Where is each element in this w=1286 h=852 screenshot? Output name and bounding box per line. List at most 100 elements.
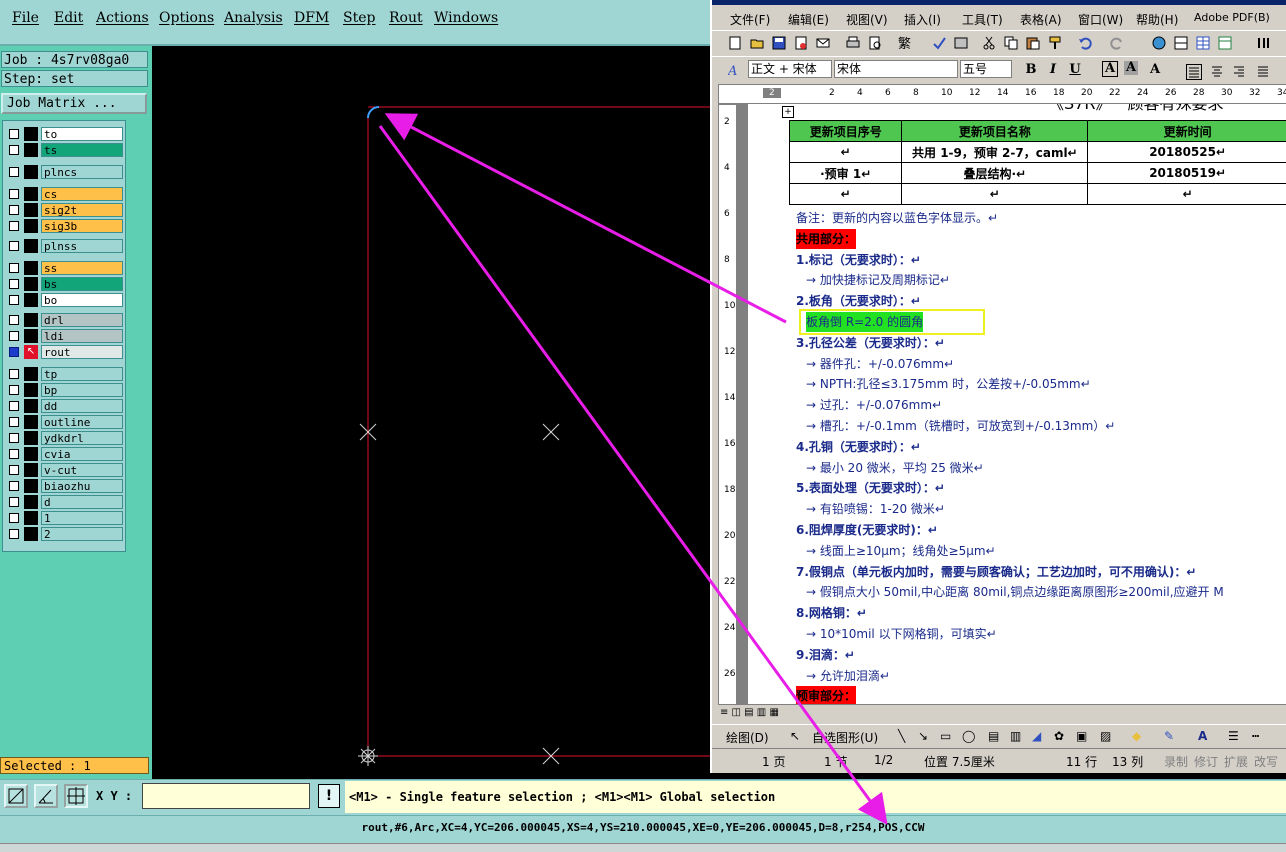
email-icon[interactable] bbox=[816, 36, 830, 50]
distribute-icon[interactable] bbox=[1256, 64, 1270, 78]
document-line[interactable]: 9.泪滴：↵ bbox=[796, 645, 855, 665]
format-painter-icon[interactable] bbox=[1048, 36, 1062, 50]
layer-checkbox[interactable] bbox=[9, 279, 19, 289]
document-line[interactable]: 3.孔径公差（无要求时）：↵ bbox=[796, 333, 945, 353]
layer-row-2[interactable]: 2 bbox=[5, 527, 123, 541]
status-overtype[interactable]: 改写 bbox=[1254, 753, 1278, 770]
hyperlink-icon[interactable] bbox=[1152, 36, 1166, 50]
document-line[interactable]: 2.板角（无要求时）：↵ bbox=[796, 291, 921, 311]
select-objects-icon[interactable]: ↖ bbox=[790, 729, 800, 743]
layer-tool-slot[interactable] bbox=[24, 431, 38, 445]
align-justify-icon[interactable] bbox=[1186, 64, 1202, 80]
work-layer-arrow-icon[interactable]: ↖ bbox=[24, 345, 38, 359]
word-menu-edit[interactable]: 编辑(E) bbox=[788, 11, 829, 28]
paste-icon[interactable] bbox=[1026, 36, 1040, 50]
line-tool-icon[interactable]: ╲ bbox=[898, 729, 905, 743]
layer-name[interactable]: ldi bbox=[41, 329, 123, 343]
layer-row-sig2t[interactable]: sig2t bbox=[5, 203, 123, 217]
char-scale-button[interactable]: A bbox=[1146, 61, 1164, 79]
document-line[interactable]: 预审部分： bbox=[796, 686, 857, 704]
layer-name[interactable]: rout bbox=[41, 345, 123, 359]
permission-icon[interactable] bbox=[794, 36, 808, 50]
bold-button[interactable]: B bbox=[1022, 61, 1040, 79]
measure-button[interactable] bbox=[34, 784, 58, 808]
new-document-icon[interactable] bbox=[728, 36, 742, 50]
layer-row-bo[interactable]: bo bbox=[5, 293, 123, 307]
word-menu-window[interactable]: 窗口(W) bbox=[1078, 11, 1123, 28]
document-line[interactable]: → 最小 20 微米，平均 25 微米↵ bbox=[806, 458, 984, 478]
document-line[interactable]: → 槽孔：+/-0.1mm（铣槽时，可放宽到+/-0.13mm）↵ bbox=[806, 416, 1115, 436]
undo-icon[interactable] bbox=[1078, 36, 1092, 50]
rectangle-tool-icon[interactable]: ▭ bbox=[940, 729, 951, 743]
layer-row-1[interactable]: 1 bbox=[5, 511, 123, 525]
layer-checkbox[interactable] bbox=[9, 481, 19, 491]
style-combo[interactable]: 正文 + 宋体 bbox=[748, 60, 832, 78]
layer-tool-slot[interactable] bbox=[24, 527, 38, 541]
layer-checkbox[interactable] bbox=[9, 241, 19, 251]
vertical-textbox-icon[interactable]: ▥ bbox=[1010, 729, 1021, 743]
layer-checkbox[interactable] bbox=[9, 167, 19, 177]
document-page[interactable]: 《S7R》一顾客有殊要求 + 更新项目序号 更新项目名称 更新时间 ↵ 共用 1… bbox=[748, 104, 1286, 704]
document-line[interactable]: → NPTH:孔径≤3.175mm 时，公差按+/-0.05mm↵ bbox=[806, 374, 1091, 394]
menu-rout[interactable]: Rout bbox=[389, 10, 423, 26]
document-line[interactable]: 8.网格铜：↵ bbox=[796, 603, 867, 623]
tables-borders-icon[interactable] bbox=[1174, 36, 1188, 50]
document-line[interactable]: 5.表面处理（无要求时）：↵ bbox=[796, 478, 945, 498]
print-preview-icon[interactable] bbox=[868, 36, 882, 50]
layer-row-plncs[interactable]: plncs bbox=[5, 165, 123, 179]
italic-button[interactable]: I bbox=[1044, 61, 1062, 79]
word-menu-file[interactable]: 文件(F) bbox=[730, 11, 770, 28]
document-line[interactable]: 7.假铜点（单元板内加时，需要与顾客确认；工艺边加时，可不用确认)：↵ bbox=[796, 562, 1196, 582]
layer-tool-slot[interactable] bbox=[24, 383, 38, 397]
document-line[interactable]: 1.标记（无要求时）：↵ bbox=[796, 250, 921, 270]
redo-icon[interactable] bbox=[1110, 36, 1124, 50]
menu-dfm[interactable]: DFM bbox=[294, 10, 329, 26]
zoom-fit-button[interactable] bbox=[4, 784, 28, 808]
word-menu-table[interactable]: 表格(A) bbox=[1020, 11, 1062, 28]
layer-tool-slot[interactable] bbox=[24, 261, 38, 275]
layer-tool-slot[interactable] bbox=[24, 187, 38, 201]
horizontal-ruler[interactable]: 2 2 4 6 8 10 12 14 16 18 20 22 24 26 28 30 32 34 bbox=[718, 84, 1286, 104]
cut-icon[interactable] bbox=[982, 36, 996, 50]
layer-tool-slot[interactable] bbox=[24, 495, 38, 509]
clipart-icon[interactable]: ▣ bbox=[1076, 729, 1087, 743]
document-line[interactable]: → 器件孔：+/-0.076mm↵ bbox=[806, 354, 954, 374]
layer-checkbox[interactable] bbox=[9, 189, 19, 199]
layer-checkbox[interactable] bbox=[9, 331, 19, 341]
layer-tool-slot[interactable] bbox=[24, 203, 38, 217]
draw-menu[interactable]: 绘图(D) bbox=[726, 729, 769, 746]
layer-name[interactable]: ts bbox=[41, 143, 123, 157]
document-line[interactable]: → 过孔：+/-0.076mm↵ bbox=[806, 395, 942, 415]
layer-name[interactable]: 2 bbox=[41, 527, 123, 541]
dash-style-icon[interactable]: ┅ bbox=[1252, 729, 1259, 743]
document-line[interactable]: → 允许加泪滴↵ bbox=[806, 666, 890, 686]
table-cell[interactable]: 叠层结构·↵ bbox=[901, 162, 1089, 184]
word-menu-insert[interactable]: 插入(I) bbox=[904, 11, 941, 28]
layer-name[interactable]: plncs bbox=[41, 165, 123, 179]
word-menu-view[interactable]: 视图(V) bbox=[846, 11, 888, 28]
line-color-icon[interactable]: ✎ bbox=[1164, 729, 1174, 743]
word-titlebar[interactable] bbox=[712, 0, 1286, 5]
status-extend[interactable]: 扩展 bbox=[1224, 753, 1248, 770]
traditional-chinese-icon[interactable]: 繁 bbox=[898, 36, 920, 50]
menu-actions[interactable]: Actions bbox=[96, 10, 149, 26]
layer-row-cvia[interactable]: cvia bbox=[5, 447, 123, 461]
document-line[interactable]: 备注：更新的内容以蓝色字体显示。↵ bbox=[796, 208, 998, 228]
menu-windows[interactable]: Windows bbox=[434, 10, 498, 26]
layer-row-ldi[interactable]: ldi bbox=[5, 329, 123, 343]
layer-name[interactable]: ydkdrl bbox=[41, 431, 123, 445]
view-buttons-icon[interactable]: ≡ ◫ ▤ ▥ ▦ bbox=[720, 707, 779, 718]
underline-button[interactable]: U bbox=[1066, 61, 1084, 79]
layer-row-sig3b[interactable]: sig3b bbox=[5, 219, 123, 233]
layer-checkbox[interactable] bbox=[9, 129, 19, 139]
align-right-icon[interactable] bbox=[1232, 64, 1246, 78]
layer-tool-slot[interactable] bbox=[24, 165, 38, 179]
document-line[interactable]: → 有铅喷锡：1-20 微米↵ bbox=[806, 499, 945, 519]
layer-tool-slot[interactable] bbox=[24, 399, 38, 413]
layer-row-biaozhu[interactable]: biaozhu bbox=[5, 479, 123, 493]
layer-row-ydkdrl[interactable]: ydkdrl bbox=[5, 431, 123, 445]
layer-row-tp[interactable]: tp bbox=[5, 367, 123, 381]
document-line[interactable]: → 假铜点大小 50mil,中心距离 80mil,铜点边缘距离原图形≥200mi… bbox=[806, 582, 1224, 602]
insert-excel-icon[interactable] bbox=[1218, 36, 1232, 50]
layer-checkbox[interactable] bbox=[9, 465, 19, 475]
